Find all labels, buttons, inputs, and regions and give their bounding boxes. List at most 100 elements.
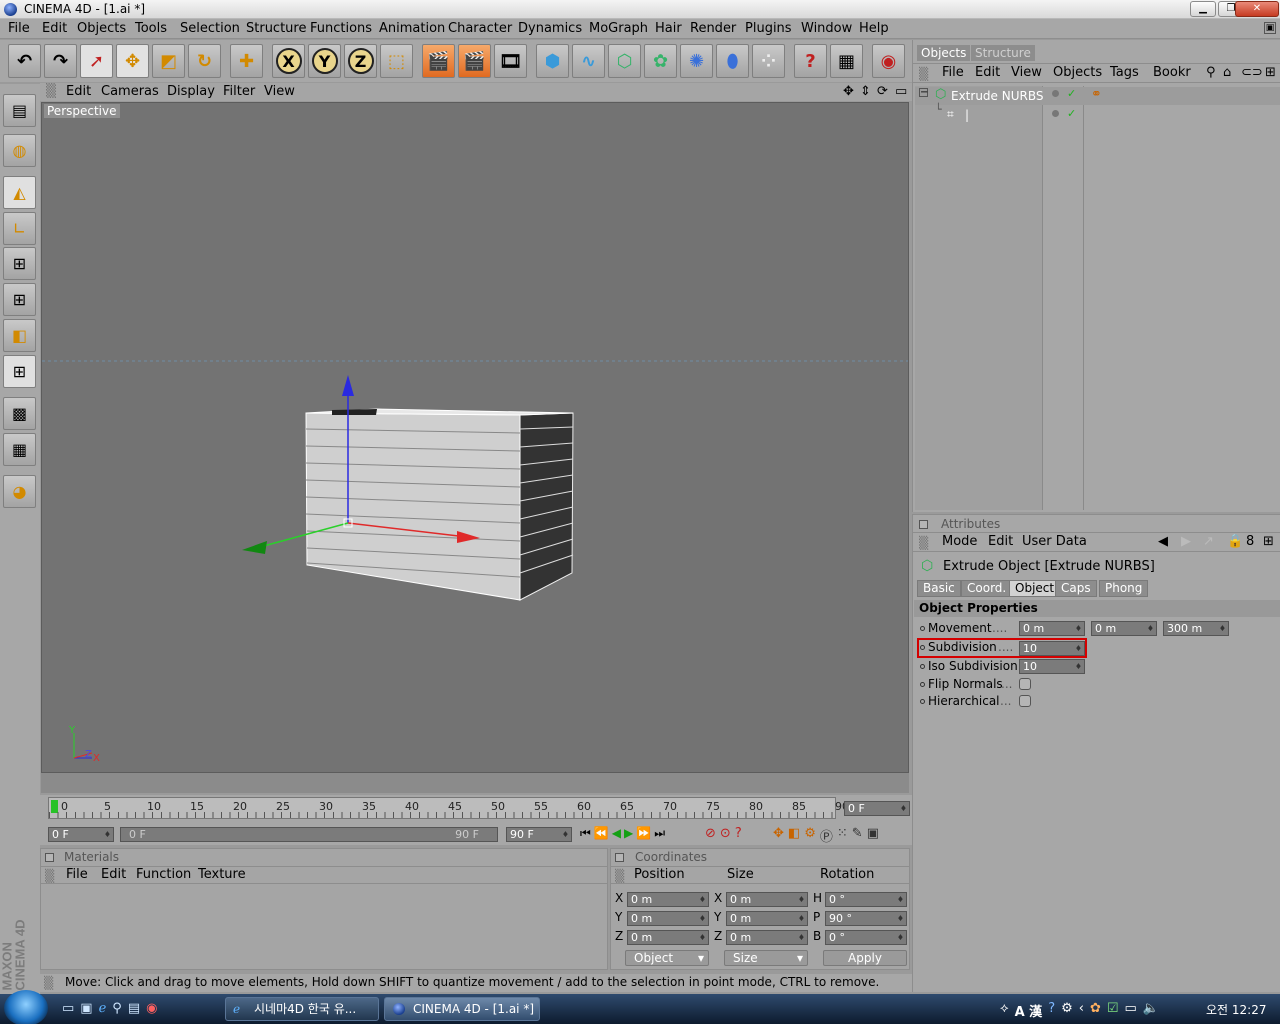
menu-objects[interactable]: Objects <box>77 21 126 36</box>
nurbs-icon[interactable]: ⬡ <box>608 44 641 78</box>
coordinate-mode-select[interactable]: Object ▾ <box>625 950 709 966</box>
auto-key-icon[interactable]: ⊙ <box>720 826 731 844</box>
layout-icon[interactable]: ▤ <box>3 94 36 127</box>
new-panel-icon[interactable]: ⊞ <box>1265 65 1276 80</box>
menu-window[interactable]: Window <box>801 21 852 36</box>
tray-arrow-icon[interactable]: ‹ <box>1079 1001 1084 1020</box>
search-icon[interactable]: ⚲ <box>1206 65 1216 80</box>
cube-icon[interactable]: ⬢ <box>536 44 569 78</box>
key-position-icon[interactable]: ✥ <box>773 826 784 844</box>
attributes-menu-user-data[interactable]: User Data <box>1022 534 1087 549</box>
timeline-icon[interactable]: ▦ <box>830 44 863 78</box>
tab-phong[interactable]: Phong <box>1099 580 1149 597</box>
key-rotation-icon[interactable]: ⚙ <box>804 826 816 844</box>
task-cinema4d[interactable]: CINEMA 4D - [1.ai *] <box>384 997 540 1021</box>
help-icon[interactable]: ? <box>1048 1001 1055 1020</box>
scale-icon[interactable]: ◩ <box>152 44 185 78</box>
menu-edit[interactable]: Edit <box>42 21 67 36</box>
spline-icon[interactable]: ∿ <box>572 44 605 78</box>
movement-x-field[interactable]: 0 m <box>1019 621 1085 636</box>
tray-settings-icon[interactable]: ⚙ <box>1061 1001 1073 1020</box>
menu-selection[interactable]: Selection <box>180 21 240 36</box>
pos-x-field[interactable]: 0 m <box>627 892 709 907</box>
keyframe-help-icon[interactable]: ? <box>735 826 742 844</box>
key-scale-icon[interactable]: ◧ <box>788 826 800 844</box>
viewport-zoom-icon[interactable]: ⇕ <box>860 84 871 99</box>
object-name[interactable]: | <box>965 108 969 122</box>
redo-icon[interactable]: ↷ <box>44 44 77 78</box>
animate-bullet[interactable] <box>920 699 925 704</box>
object-name[interactable]: Extrude NURBS <box>951 89 1043 103</box>
ime-indicator[interactable]: A 漢 <box>1015 1001 1043 1020</box>
rot-h-field[interactable]: 0 ° <box>825 892 907 907</box>
pos-z-field[interactable]: 0 m <box>627 930 709 945</box>
render-settings-icon[interactable]: 🎞 <box>494 44 527 78</box>
goto-end-icon[interactable]: ⏭ <box>654 826 665 844</box>
objects-menu-file[interactable]: File <box>942 65 964 80</box>
forward-arrow-icon[interactable]: ▶ <box>1181 534 1191 549</box>
objects-menu-edit[interactable]: Edit <box>975 65 1000 80</box>
tab-coord[interactable]: Coord. <box>961 580 1013 597</box>
menu-file[interactable]: File <box>8 21 30 36</box>
tab-basic[interactable]: Basic <box>917 580 961 597</box>
world-axis-icon[interactable]: ✚ <box>230 44 263 78</box>
coordinates-panel-grip[interactable] <box>615 853 624 862</box>
enabled-check-icon[interactable]: ✓ <box>1067 87 1076 100</box>
prev-frame-icon[interactable]: ⏪ <box>594 826 609 844</box>
desktop-icon[interactable]: ▭ <box>62 1001 74 1016</box>
minimize-button[interactable]: ▁ <box>1190 1 1216 17</box>
editor-visibility-dot[interactable] <box>1052 110 1059 117</box>
move-icon[interactable]: ✥ <box>116 44 149 78</box>
timeline-settings-icon[interactable]: ✎ <box>852 826 863 844</box>
next-frame-icon[interactable]: ⏩ <box>636 826 651 844</box>
editor-visibility-dot[interactable] <box>1052 90 1059 97</box>
menu-plugins[interactable]: Plugins <box>745 21 792 36</box>
key-point-icon[interactable]: ⁙ <box>837 826 848 844</box>
viewport-maximize-icon[interactable]: ▭ <box>895 84 907 99</box>
objects-menu-tags[interactable]: Tags <box>1110 65 1139 80</box>
menu-structure[interactable]: Structure <box>246 21 306 36</box>
back-arrow-icon[interactable]: ◀ <box>1158 534 1168 549</box>
materials-menu-function[interactable]: Function <box>136 867 191 882</box>
paint-icon[interactable]: ✿ <box>1090 1001 1101 1020</box>
viewport-menu-cameras[interactable]: Cameras <box>101 84 159 99</box>
network-icon[interactable]: ⟡ <box>1000 1001 1009 1020</box>
hierarchical-checkbox[interactable] <box>1019 695 1031 707</box>
texture-mode-icon[interactable]: ∟ <box>3 212 36 245</box>
array-icon[interactable]: ✿ <box>644 44 677 78</box>
play-backward-icon[interactable]: ◀ <box>612 826 621 844</box>
animate-bullet[interactable] <box>920 664 925 669</box>
select-arrow-icon[interactable]: ➚ <box>80 44 113 78</box>
viewport-menu-edit[interactable]: Edit <box>66 84 91 99</box>
close-button[interactable]: ✕ <box>1235 1 1279 17</box>
menu-character[interactable]: Character <box>448 21 512 36</box>
attributes-menu-mode[interactable]: Mode <box>942 534 977 549</box>
tag-icon[interactable]: ⚭ <box>1091 87 1102 102</box>
apply-button[interactable]: Apply <box>823 950 907 966</box>
tab-objects[interactable]: Objects <box>917 45 971 61</box>
deformer-icon[interactable]: ✺ <box>680 44 713 78</box>
task-browser[interactable]: ℯ 시네마4D 한국 유... <box>225 997 379 1021</box>
uv-mode-icon[interactable]: ▦ <box>3 433 36 466</box>
up-arrow-icon[interactable]: ↗ <box>1203 534 1214 549</box>
check-tray-icon[interactable]: ☑ <box>1107 1001 1119 1020</box>
tab-caps[interactable]: Caps <box>1055 580 1097 597</box>
explorer-icon[interactable]: ▣ <box>80 1001 92 1016</box>
menu-animation[interactable]: Animation <box>379 21 445 36</box>
layout-toggle-icon[interactable]: ▣ <box>1264 22 1276 34</box>
pos-y-field[interactable]: 0 m <box>627 911 709 926</box>
flip-normals-checkbox[interactable] <box>1019 678 1031 690</box>
pin-icon[interactable]: 8 <box>1246 534 1254 549</box>
viewport-menu-view[interactable]: View <box>264 84 295 99</box>
animate-bullet[interactable] <box>920 682 925 687</box>
attributes-panel-grip[interactable] <box>919 520 928 529</box>
search-icon[interactable]: ⚲ <box>112 1001 122 1016</box>
x-lock-button[interactable]: X <box>272 44 305 78</box>
viewport-move-icon[interactable]: ✥ <box>843 84 854 99</box>
animate-bullet[interactable] <box>920 626 925 631</box>
render-view-icon[interactable]: 🎬 <box>422 44 455 78</box>
viewport-rotate-icon[interactable]: ⟳ <box>877 84 888 99</box>
size-y-field[interactable]: 0 m <box>726 911 808 926</box>
checker-icon[interactable]: ▩ <box>3 397 36 430</box>
tab-structure[interactable]: Structure <box>971 45 1035 61</box>
